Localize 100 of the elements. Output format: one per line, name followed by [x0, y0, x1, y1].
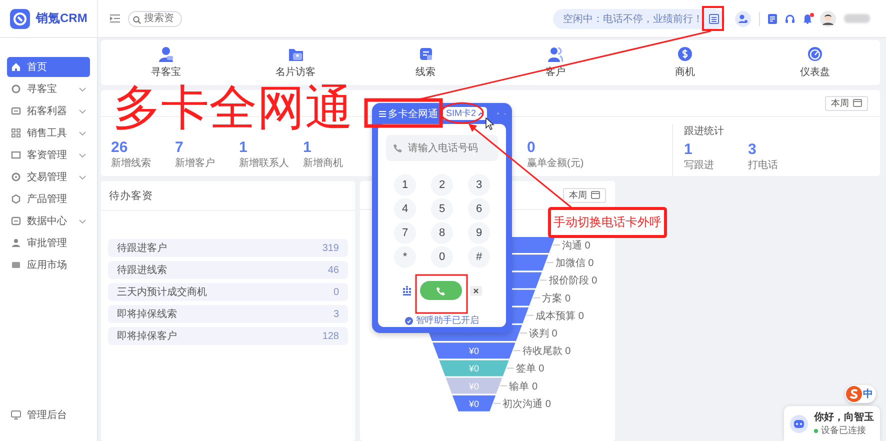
gauge-icon — [807, 46, 824, 62]
dial-key[interactable]: 8 — [431, 222, 453, 244]
period-button[interactable]: 本周 — [563, 188, 606, 202]
connection-status: 设备已连接 — [821, 424, 866, 437]
todo-row[interactable]: 待跟进客户 319 — [108, 239, 348, 257]
leader-line — [546, 262, 554, 264]
section-title: 跟进统计 — [684, 124, 725, 138]
window-icon — [11, 260, 21, 270]
highlight-ellipse — [440, 102, 484, 124]
leader-line — [506, 368, 514, 369]
home-icon — [11, 62, 21, 72]
todo-count: 46 — [328, 264, 339, 276]
close-icon — [473, 288, 479, 294]
calendar-icon — [853, 99, 862, 107]
quick-link[interactable]: 仪表盘 — [750, 40, 880, 85]
sidebar-item[interactable]: 销售工具 — [7, 123, 90, 143]
menu-icon — [379, 110, 386, 116]
target-icon — [11, 172, 21, 182]
highlight-box — [702, 6, 724, 31]
todo-label: 即将掉保客户 — [117, 330, 177, 343]
dial-key[interactable]: # — [468, 246, 490, 268]
sidebar-item[interactable]: 交易管理 — [7, 167, 90, 187]
phone-field[interactable]: 请输入电话号码 — [386, 135, 498, 161]
quick-link[interactable]: 寻客宝 — [101, 40, 231, 85]
quick-link[interactable]: 名片访客 — [230, 40, 361, 85]
list-icon[interactable] — [709, 14, 719, 24]
calendar-icon — [591, 191, 600, 199]
bar-value: ¥0 — [469, 398, 479, 409]
leader-line — [493, 402, 502, 404]
hexagon-icon — [11, 194, 21, 204]
sidebar-item[interactable]: 客资管理 — [7, 145, 90, 165]
todo-count: 3 — [333, 308, 339, 320]
stat-value: 0 — [527, 139, 536, 156]
sidebar-item[interactable]: 首页 — [7, 57, 90, 77]
quick-link[interactable]: 线索 — [360, 40, 490, 85]
input-method-badge[interactable]: 中 — [845, 385, 876, 403]
period-button[interactable]: 本周 — [825, 96, 868, 110]
dial-key[interactable]: 9 — [468, 222, 490, 244]
todo-row[interactable]: 即将掉保客户 128 — [108, 327, 348, 345]
delete-button[interactable] — [470, 286, 482, 296]
headset-icon[interactable] — [785, 14, 795, 24]
greeting-text: 你好，向智玉 — [814, 410, 874, 424]
sidebar-item[interactable]: 管理后台 — [7, 405, 90, 425]
dial-key[interactable]: 5 — [431, 198, 453, 220]
bell-icon[interactable] — [803, 14, 812, 24]
stat-value: 3 — [748, 141, 758, 158]
search-field[interactable]: 搜索资 — [128, 10, 182, 26]
status-text: 空闲中：电话不停，业绩前行！ — [563, 12, 703, 26]
dial-key[interactable]: * — [394, 246, 416, 268]
leader-line — [526, 314, 534, 316]
stat-value: 1 — [303, 139, 312, 156]
todo-label: 三天内预计成交商机 — [117, 286, 207, 299]
dial-key[interactable]: 1 — [394, 174, 416, 196]
menu-fold-icon[interactable] — [110, 14, 120, 23]
stage-label: 沟通 0 — [562, 240, 590, 252]
dialer-menu[interactable]: 多卡全网通 — [379, 106, 438, 120]
person-icon — [158, 46, 174, 62]
stage-label: 初次沟通 0 — [502, 398, 551, 410]
todo-row[interactable]: 三天内预计成交商机 0 — [108, 283, 348, 301]
todo-row[interactable]: 即将掉保线索 3 — [108, 305, 348, 323]
stage-label: 报价阶段 0 — [548, 276, 598, 287]
people-icon — [547, 46, 564, 62]
sidebar-item[interactable]: 寻客宝 — [7, 79, 90, 99]
dial-key[interactable]: 2 — [431, 174, 453, 196]
dial-key[interactable]: 6 — [468, 198, 490, 220]
dial-key[interactable]: 0 — [431, 246, 453, 268]
folder-icon — [288, 46, 304, 62]
todo-row[interactable]: 待跟进线索 46 — [108, 261, 348, 279]
dial-key[interactable]: 3 — [468, 174, 490, 196]
monitor-icon — [11, 410, 21, 420]
sidebar-item[interactable]: 数据中心 — [7, 211, 90, 231]
headline-text: 多卡全网通 — [113, 83, 353, 135]
callout-label: 手动切换电话卡外呼 — [548, 207, 667, 238]
todo-label: 待跟进客户 — [117, 242, 167, 255]
document-icon[interactable] — [768, 14, 777, 24]
quick-link[interactable]: 商机 — [620, 40, 750, 85]
sidebar-item[interactable]: 拓客利器 — [7, 101, 90, 121]
stat-value: 26 — [111, 139, 129, 156]
phone-icon — [393, 143, 403, 153]
blurred-name — [844, 14, 870, 23]
sidebar-item[interactable]: 应用市场 — [7, 255, 90, 275]
user-icon[interactable] — [735, 10, 751, 26]
stat-label: 赢单金额(元) — [527, 156, 585, 170]
inbox-icon — [418, 46, 434, 62]
stage-label: 方案 0 — [542, 293, 571, 304]
sim-selector[interactable]: SIM卡2 — [443, 107, 488, 120]
assistant-status: 智呼助手已开启 — [416, 314, 479, 327]
dial-key[interactable]: 4 — [394, 198, 416, 220]
avatar-icon[interactable] — [820, 10, 836, 26]
keypad-icon[interactable] — [402, 286, 412, 296]
sidebar-item[interactable]: 审批管理 — [7, 233, 90, 253]
leader-line — [539, 280, 548, 281]
sidebar-item[interactable]: 产品管理 — [7, 189, 90, 209]
robot-icon[interactable] — [790, 414, 808, 432]
stat-value: 7 — [175, 139, 184, 156]
leader-line — [532, 297, 541, 298]
assistant-icon — [405, 316, 413, 324]
stat-value: 1 — [684, 141, 694, 158]
dial-key[interactable]: 7 — [394, 222, 416, 244]
call-button[interactable] — [420, 281, 462, 300]
